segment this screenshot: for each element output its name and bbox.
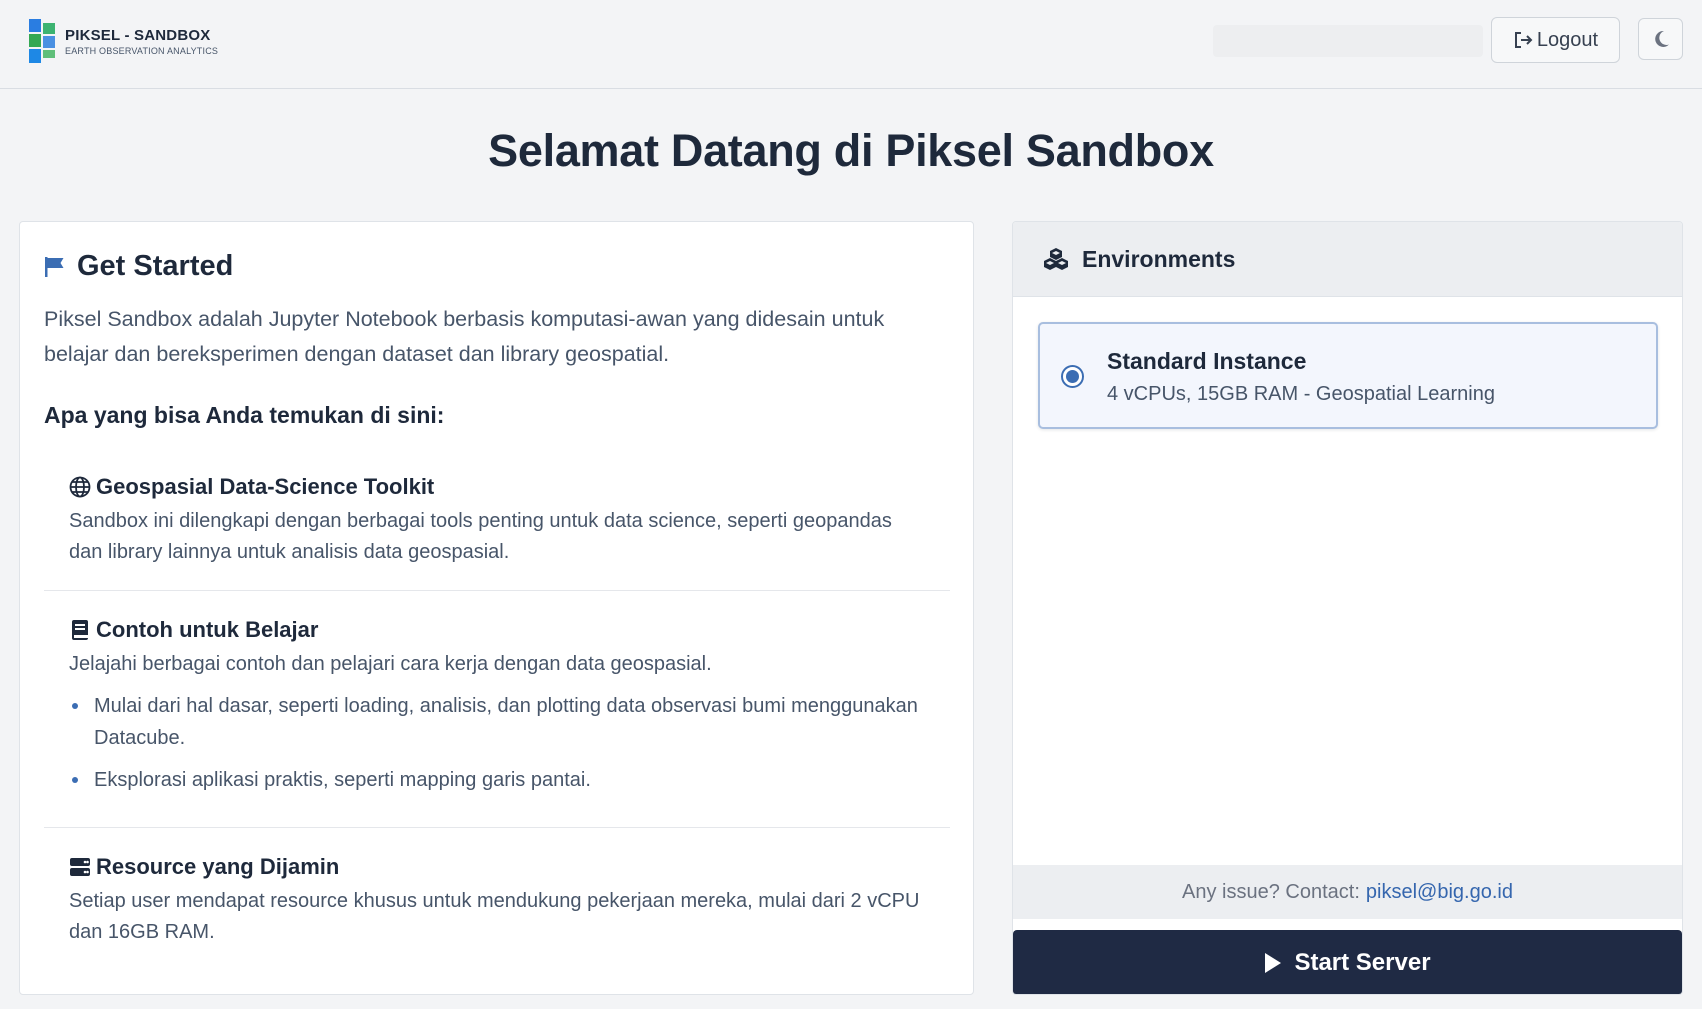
intro-text: Piksel Sandbox adalah Jupyter Notebook b… — [44, 307, 885, 366]
book-icon — [72, 620, 88, 640]
feature-examples: Contoh untuk Belajar Jelajahi berbagai c… — [69, 617, 929, 806]
globe-icon — [69, 476, 91, 498]
play-icon — [1265, 953, 1282, 973]
feature-resources: Resource yang Dijamin Setiap user mendap… — [69, 854, 929, 948]
logo-subtitle: EARTH OBSERVATION ANALYTICS — [65, 45, 219, 56]
divider — [44, 827, 950, 828]
get-started-card: Get Started Piksel Sandbox adalah Jupyte… — [19, 221, 974, 995]
contact-email-link[interactable]: piksel@big.go.id — [1366, 881, 1513, 904]
feature-description: Sandbox ini dilengkapi dengan berbagai t… — [69, 510, 892, 563]
divider — [44, 590, 950, 591]
environments-card: Environments Standard Instance 4 vCPUs, … — [1012, 221, 1683, 995]
feature-description: Jelajahi berbagai contoh dan pelajari ca… — [69, 653, 712, 675]
examples-list: Mulai dari hal dasar, seperti loading, a… — [69, 690, 929, 796]
feature-title: Resource yang Dijamin — [96, 854, 340, 879]
environments-title: Environments — [1082, 245, 1236, 272]
list-item: Eksplorasi aplikasi praktis, seperti map… — [69, 764, 929, 796]
sign-out-icon — [1514, 32, 1533, 48]
start-server-button[interactable]: Start Server — [1013, 930, 1682, 994]
instance-name: Standard Instance — [1107, 348, 1307, 374]
piksel-logo-icon — [29, 19, 55, 63]
app-logo[interactable]: PIKSEL - SANDBOX EARTH OBSERVATION ANALY… — [29, 19, 218, 63]
start-server-label: Start Server — [1294, 949, 1431, 976]
cubes-icon — [1044, 248, 1068, 270]
standard-instance-option[interactable]: Standard Instance 4 vCPUs, 15GB RAM - Ge… — [1038, 322, 1658, 429]
feature-description: Setiap user mendapat resource khusus unt… — [69, 890, 920, 943]
page-title: Selamat Datang di Piksel Sandbox — [488, 125, 1214, 176]
logout-label: Logout — [1536, 28, 1599, 51]
flag-icon — [45, 256, 64, 277]
top-navbar: PIKSEL - SANDBOX EARTH OBSERVATION ANALY… — [0, 0, 1702, 89]
theme-toggle-button[interactable] — [1638, 18, 1683, 60]
instance-spec: 4 vCPUs, 15GB RAM - Geospatial Learning — [1107, 383, 1495, 405]
logout-button[interactable]: Logout — [1491, 17, 1620, 63]
feature-title: Geospasial Data-Science Toolkit — [96, 474, 435, 499]
contact-bar: Any issue? Contact: piksel@big.go.id — [1013, 865, 1682, 919]
feature-title: Contoh untuk Belajar — [96, 617, 319, 642]
get-started-title: Get Started — [77, 250, 234, 282]
contact-label: Any issue? Contact: — [1182, 880, 1360, 903]
moon-icon — [1654, 30, 1669, 47]
feature-toolkit: Geospasial Data-Science Toolkit Sandbox … — [69, 474, 929, 568]
logo-title: PIKSEL - SANDBOX — [65, 26, 211, 44]
user-name-placeholder — [1213, 25, 1483, 57]
server-icon — [70, 858, 90, 876]
list-item: Mulai dari hal dasar, seperti loading, a… — [69, 690, 929, 754]
environments-header: Environments — [1013, 222, 1682, 297]
find-heading: Apa yang bisa Anda temukan di sini: — [44, 402, 445, 428]
instance-radio[interactable] — [1061, 365, 1084, 388]
